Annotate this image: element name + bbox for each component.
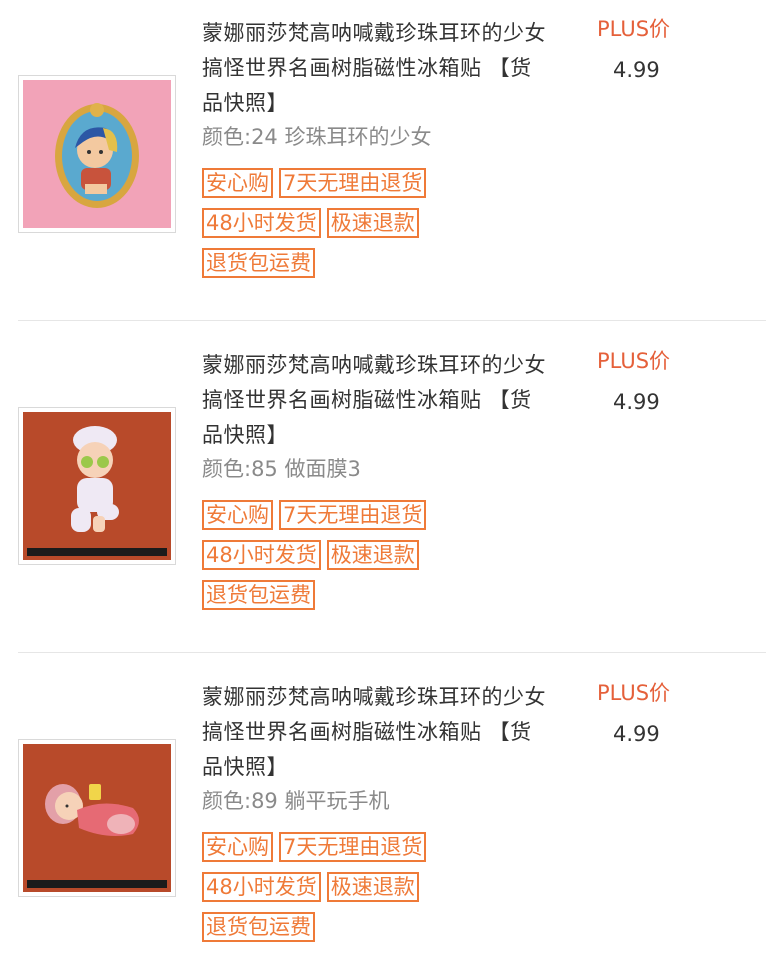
face-mask-figure-magnet-image [23, 412, 171, 560]
service-tag: 退货包运费 [202, 248, 315, 278]
product-spec: 颜色:24 珍珠耳环的少女 [202, 125, 432, 149]
service-tag: 7天无理由退货 [279, 168, 427, 198]
product-thumbnail[interactable] [18, 75, 176, 233]
product-image [23, 80, 171, 228]
service-tags: 安心购 7天无理由退货 48小时发货 极速退款 退货包运费 [202, 832, 542, 952]
product-title[interactable]: 蒙娜丽莎梵高呐喊戴珍珠耳环的少女搞怪世界名画树脂磁性冰箱贴 【货品快照】 [202, 348, 547, 453]
service-tag: 安心购 [202, 500, 273, 530]
pearl-earring-girl-magnet-image [23, 80, 171, 228]
item-divider [18, 320, 766, 321]
price-value: 4.99 [613, 390, 660, 414]
product-spec: 颜色:89 躺平玩手机 [202, 789, 390, 813]
plus-price-label: PLUS价 [597, 349, 671, 373]
product-title[interactable]: 蒙娜丽莎梵高呐喊戴珍珠耳环的少女搞怪世界名画树脂磁性冰箱贴 【货品快照】 [202, 680, 547, 785]
product-image [23, 744, 171, 892]
plus-price-label: PLUS价 [597, 17, 671, 41]
image-caption-strip [27, 880, 167, 888]
service-tag: 退货包运费 [202, 580, 315, 610]
product-thumbnail[interactable] [18, 407, 176, 565]
service-tag: 退货包运费 [202, 912, 315, 942]
lying-phone-figure-magnet-image [23, 744, 171, 892]
price-value: 4.99 [613, 722, 660, 746]
service-tag: 极速退款 [326, 208, 419, 238]
image-caption-strip [27, 548, 167, 556]
product-title[interactable]: 蒙娜丽莎梵高呐喊戴珍珠耳环的少女搞怪世界名画树脂磁性冰箱贴 【货品快照】 [202, 16, 547, 121]
service-tag: 7天无理由退货 [279, 832, 427, 862]
service-tag: 48小时发货 [202, 872, 321, 902]
product-image [23, 412, 171, 560]
item-divider [18, 652, 766, 653]
product-spec: 颜色:85 做面膜3 [202, 457, 361, 481]
service-tag: 48小时发货 [202, 540, 321, 570]
service-tag: 48小时发货 [202, 208, 321, 238]
service-tags: 安心购 7天无理由退货 48小时发货 极速退款 退货包运费 [202, 500, 542, 620]
product-thumbnail[interactable] [18, 739, 176, 897]
service-tag: 极速退款 [326, 872, 419, 902]
plus-price-label: PLUS价 [597, 681, 671, 705]
service-tags: 安心购 7天无理由退货 48小时发货 极速退款 退货包运费 [202, 168, 542, 288]
price-value: 4.99 [613, 58, 660, 82]
service-tag: 安心购 [202, 832, 273, 862]
service-tag: 安心购 [202, 168, 273, 198]
service-tag: 7天无理由退货 [279, 500, 427, 530]
service-tag: 极速退款 [326, 540, 419, 570]
